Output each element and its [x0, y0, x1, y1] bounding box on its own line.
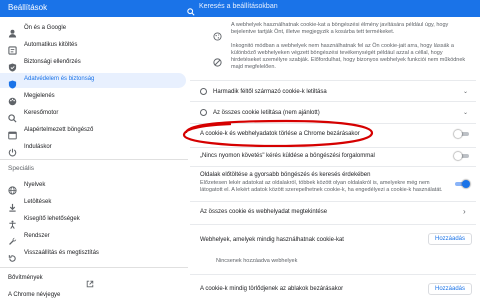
cookie-icon — [213, 28, 222, 46]
separator — [190, 274, 476, 275]
do-not-track-toggle[interactable] — [454, 152, 470, 160]
advanced-heading[interactable]: Speciális — [8, 165, 34, 172]
preload-toggle[interactable] — [454, 180, 470, 188]
sidebar-item-label: Induláskor — [24, 144, 52, 150]
chevron-down-icon[interactable]: ⌄ — [463, 109, 468, 116]
sidebar-divider — [0, 159, 188, 160]
red-annotation-circle — [182, 119, 374, 148]
restore-icon — [8, 250, 17, 262]
chevron-right-icon[interactable]: › — [463, 207, 466, 216]
search-bar[interactable]: Keresés a beállításokban — [187, 2, 387, 16]
browser-icon — [8, 127, 17, 140]
incognito-info-text: Inkognitó módban a webhelyek nem használ… — [231, 43, 466, 70]
add-clear-site-button[interactable]: Hozzáadás — [428, 283, 473, 295]
sidebar-divider — [0, 267, 188, 268]
do-not-track-label: „Nincs nyomon követés" kérés küldése a b… — [200, 153, 375, 159]
chevron-down-icon[interactable]: ⌄ — [463, 88, 468, 95]
sidebar-item-system[interactable]: Rendszer — [0, 230, 186, 245]
sidebar-item-privacy[interactable]: Adatvédelem és biztonság — [0, 73, 186, 89]
sidebar-item-label: Rendszer — [24, 233, 50, 239]
autofill-icon — [8, 42, 17, 55]
sidebar-item-label: Adatvédelem és biztonság — [24, 76, 95, 82]
sidebar-item-languages[interactable]: Nyelvek — [0, 179, 186, 195]
clear-on-exit-toggle[interactable] — [454, 130, 470, 138]
search-icon — [8, 110, 17, 123]
shield-check-icon — [8, 59, 17, 72]
separator — [190, 101, 476, 102]
palette-icon — [8, 93, 17, 106]
block-all-cookies-label: Az összes cookie letiltása (nem ajánlott… — [213, 110, 320, 116]
sidebar-item-downloads[interactable]: Letöltések — [0, 196, 186, 212]
accessibility-icon — [8, 216, 17, 229]
download-icon — [8, 199, 17, 212]
cookie-info-text: A webhelyek használhatnak cookie-kat a b… — [231, 22, 449, 35]
all-cookies-link[interactable]: Az összes cookie és webhelyadat megtekin… — [200, 209, 327, 215]
app-title: Beállítások — [8, 3, 48, 12]
sidebar-item-label: Automatikus kitöltés — [24, 42, 78, 48]
search-input[interactable]: Keresés a beállításokban — [199, 3, 278, 10]
sidebar-item-label: Visszaállítás és megtisztítás — [24, 250, 99, 256]
sidebar-item-default-browser[interactable]: Alapértelmezett böngésző — [0, 124, 186, 140]
block-all-cookies-radio[interactable] — [200, 109, 207, 116]
sidebar-item-you-and-google[interactable]: Ön és a Google — [0, 22, 186, 38]
sidebar-item-label: A Chrome névjegye — [8, 292, 61, 298]
preload-label: Oldalak előtöltése a gyorsabb böngészés … — [200, 172, 371, 178]
wrench-icon — [8, 233, 17, 245]
sidebar-item-label: Biztonsági ellenőrzés — [24, 59, 81, 65]
sidebar-item-accessibility[interactable]: Kisegítő lehetőségek — [0, 213, 186, 229]
shield-icon — [8, 76, 17, 89]
sidebar-item-label: Letöltések — [24, 199, 52, 205]
sidebar: Ön és a Google Automatikus kitöltés Bizt… — [0, 17, 190, 305]
add-allowed-site-button[interactable]: Hozzáadás — [428, 233, 473, 245]
sidebar-item-extensions[interactable]: Bővítmények — [0, 272, 186, 288]
sidebar-item-label: Kisegítő lehetőségek — [24, 216, 80, 222]
separator — [190, 80, 476, 81]
always-allow-title: Webhelyek, amelyek mindig használhatnak … — [200, 237, 344, 243]
separator — [190, 224, 476, 225]
sidebar-item-label: Megjelenés — [24, 93, 55, 99]
sidebar-item-label: Ön és a Google — [24, 25, 67, 31]
block-third-party-radio[interactable] — [200, 88, 207, 95]
separator — [190, 147, 476, 148]
globe-icon — [8, 182, 17, 195]
no-sites-text: Nincsenek hozzáadva webhelyek — [216, 258, 298, 264]
sidebar-item-safety-check[interactable]: Biztonsági ellenőrzés — [0, 56, 186, 72]
block-icon — [213, 54, 222, 72]
power-icon — [8, 144, 17, 157]
sidebar-item-on-startup[interactable]: Induláskor — [0, 141, 186, 157]
sidebar-item-autofill[interactable]: Automatikus kitöltés — [0, 39, 186, 55]
sidebar-item-reset[interactable]: Visszaállítás és megtisztítás — [0, 247, 186, 262]
preload-description: Előzetesen lekér adatokat az oldalakról,… — [200, 180, 443, 193]
person-icon — [8, 25, 17, 38]
separator — [190, 201, 476, 202]
sidebar-item-label: Alapértelmezett böngésző — [24, 127, 94, 133]
sidebar-item-appearance[interactable]: Megjelenés — [0, 90, 186, 106]
sidebar-item-label: Keresőmotor — [24, 110, 59, 116]
sidebar-item-about-chrome[interactable]: A Chrome névjegye — [0, 289, 186, 304]
sidebar-item-search-engine[interactable]: Keresőmotor — [0, 107, 186, 123]
sidebar-item-label: Nyelvek — [24, 182, 46, 188]
sidebar-item-label: Bővítmények — [8, 275, 43, 281]
separator — [190, 166, 476, 167]
always-clear-title: A cookie-k mindig törlődjenek az ablakok… — [200, 286, 344, 292]
block-third-party-label: Harmadik féltől származó cookie-k letilt… — [213, 89, 327, 95]
